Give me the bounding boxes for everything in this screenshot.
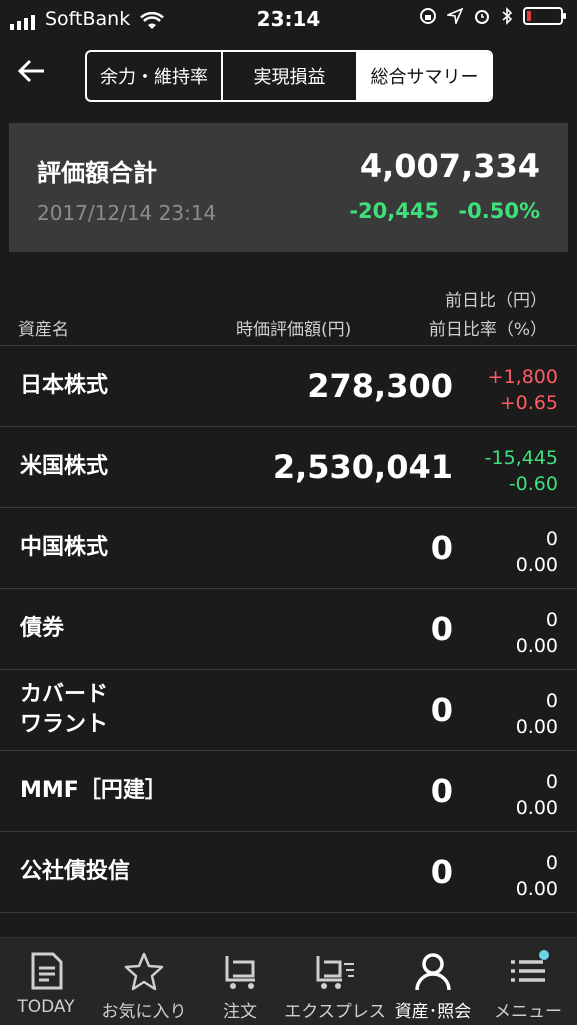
tab-bar: TODAY お気に入り 注文 エクスプレス 資産･照会 メニュー	[0, 937, 577, 1025]
menu-icon	[507, 950, 549, 992]
segmented-control: 余力・維持率 実現損益 総合サマリー	[85, 50, 493, 102]
asset-change-pct: 0.00	[515, 797, 558, 819]
asset-value: 0	[430, 691, 453, 729]
asset-value: 0	[430, 772, 453, 810]
asset-name: 債券	[20, 616, 65, 641]
asset-change-pct: 0.00	[515, 635, 558, 657]
asset-change-pct: -0.60	[508, 473, 558, 495]
asset-change: -15,445	[484, 447, 558, 469]
notification-badge	[539, 950, 549, 960]
header-value: 時価評価額(円)	[236, 320, 352, 340]
summary-change: -20,445	[349, 199, 440, 223]
tab-label: お気に入り	[101, 1002, 187, 1022]
asset-name: MMF［円建］	[20, 778, 167, 803]
document-icon	[25, 950, 67, 992]
bluetooth-icon	[502, 7, 513, 25]
table-row[interactable]: 中国株式 0 0 0.00	[0, 507, 577, 588]
tab-express[interactable]: エクスプレス	[282, 938, 388, 1025]
asset-change-pct: 0.00	[515, 716, 558, 738]
alarm-icon	[475, 10, 489, 24]
tab-favorites[interactable]: お気に入り	[96, 938, 192, 1025]
tab-label: メニュー	[494, 1002, 562, 1022]
tab-label: 注文	[223, 1002, 257, 1022]
tab-menu[interactable]: メニュー	[488, 938, 568, 1025]
summary-change-pct: -0.50%	[458, 199, 540, 223]
location-icon	[447, 8, 463, 24]
rotation-lock-icon	[420, 8, 436, 24]
asset-change: 0	[545, 528, 558, 550]
asset-change-pct: 0.00	[515, 878, 558, 900]
summary-total: 4,007,334	[359, 147, 540, 185]
tab-assets[interactable]: 資産･照会	[392, 938, 474, 1025]
cart-icon	[219, 950, 261, 992]
back-arrow-icon[interactable]	[16, 54, 56, 98]
asset-name: 日本株式	[20, 373, 109, 398]
segment-summary[interactable]: 総合サマリー	[356, 52, 491, 100]
tab-today[interactable]: TODAY	[10, 938, 82, 1025]
star-icon	[123, 950, 165, 992]
asset-name: 米国株式	[20, 454, 109, 479]
battery-icon	[523, 7, 566, 25]
table-row[interactable]: 米国株式 2,530,041 -15,445 -0.60	[0, 426, 577, 507]
person-icon	[412, 950, 454, 992]
asset-change: +1,800	[487, 366, 558, 388]
asset-name: カバード ワラント	[20, 682, 109, 737]
asset-list: 日本株式 278,300 +1,800 +0.65 米国株式 2,530,041…	[0, 345, 577, 913]
header-change-pct: 前日比率（%）	[428, 320, 547, 340]
summary-label: 評価額合計	[37, 159, 157, 187]
asset-change: 0	[545, 609, 558, 631]
asset-change-pct: 0.00	[515, 554, 558, 576]
header-change: 前日比（円）	[445, 291, 547, 311]
asset-change: 0	[545, 771, 558, 793]
asset-value: 0	[430, 529, 453, 567]
status-bar: SoftBank 23:14	[0, 0, 577, 36]
tab-label: TODAY	[17, 997, 75, 1017]
tab-order[interactable]: 注文	[212, 938, 268, 1025]
asset-value: 0	[430, 853, 453, 891]
table-header: 資産名 時価評価額(円) 前日比（円） 前日比率（%）	[0, 280, 577, 344]
segment-margin[interactable]: 余力・維持率	[87, 52, 221, 100]
table-row[interactable]: MMF［円建］ 0 0 0.00	[0, 750, 577, 831]
asset-change: 0	[545, 690, 558, 712]
asset-value: 0	[430, 610, 453, 648]
tab-label: 資産･照会	[394, 1002, 472, 1022]
asset-value: 2,530,041	[272, 448, 453, 486]
asset-change-pct: +0.65	[499, 392, 558, 414]
table-row[interactable]: 公社債投信 0 0 0.00	[0, 831, 577, 913]
table-row[interactable]: 債券 0 0 0.00	[0, 588, 577, 669]
express-cart-icon	[314, 950, 356, 992]
segment-realized-pl[interactable]: 実現損益	[221, 52, 356, 100]
summary-datetime: 2017/12/14 23:14	[37, 201, 217, 225]
summary-card: 評価額合計 4,007,334 2017/12/14 23:14 -20,445…	[9, 123, 568, 252]
asset-value: 278,300	[307, 367, 453, 405]
header-asset: 資産名	[18, 320, 69, 340]
asset-change: 0	[545, 852, 558, 874]
asset-name: 中国株式	[20, 535, 109, 560]
table-row[interactable]: 日本株式 278,300 +1,800 +0.65	[0, 345, 577, 426]
tab-label: エクスプレス	[284, 1002, 386, 1022]
asset-name: 公社債投信	[20, 859, 131, 884]
table-row[interactable]: カバード ワラント 0 0 0.00	[0, 669, 577, 750]
